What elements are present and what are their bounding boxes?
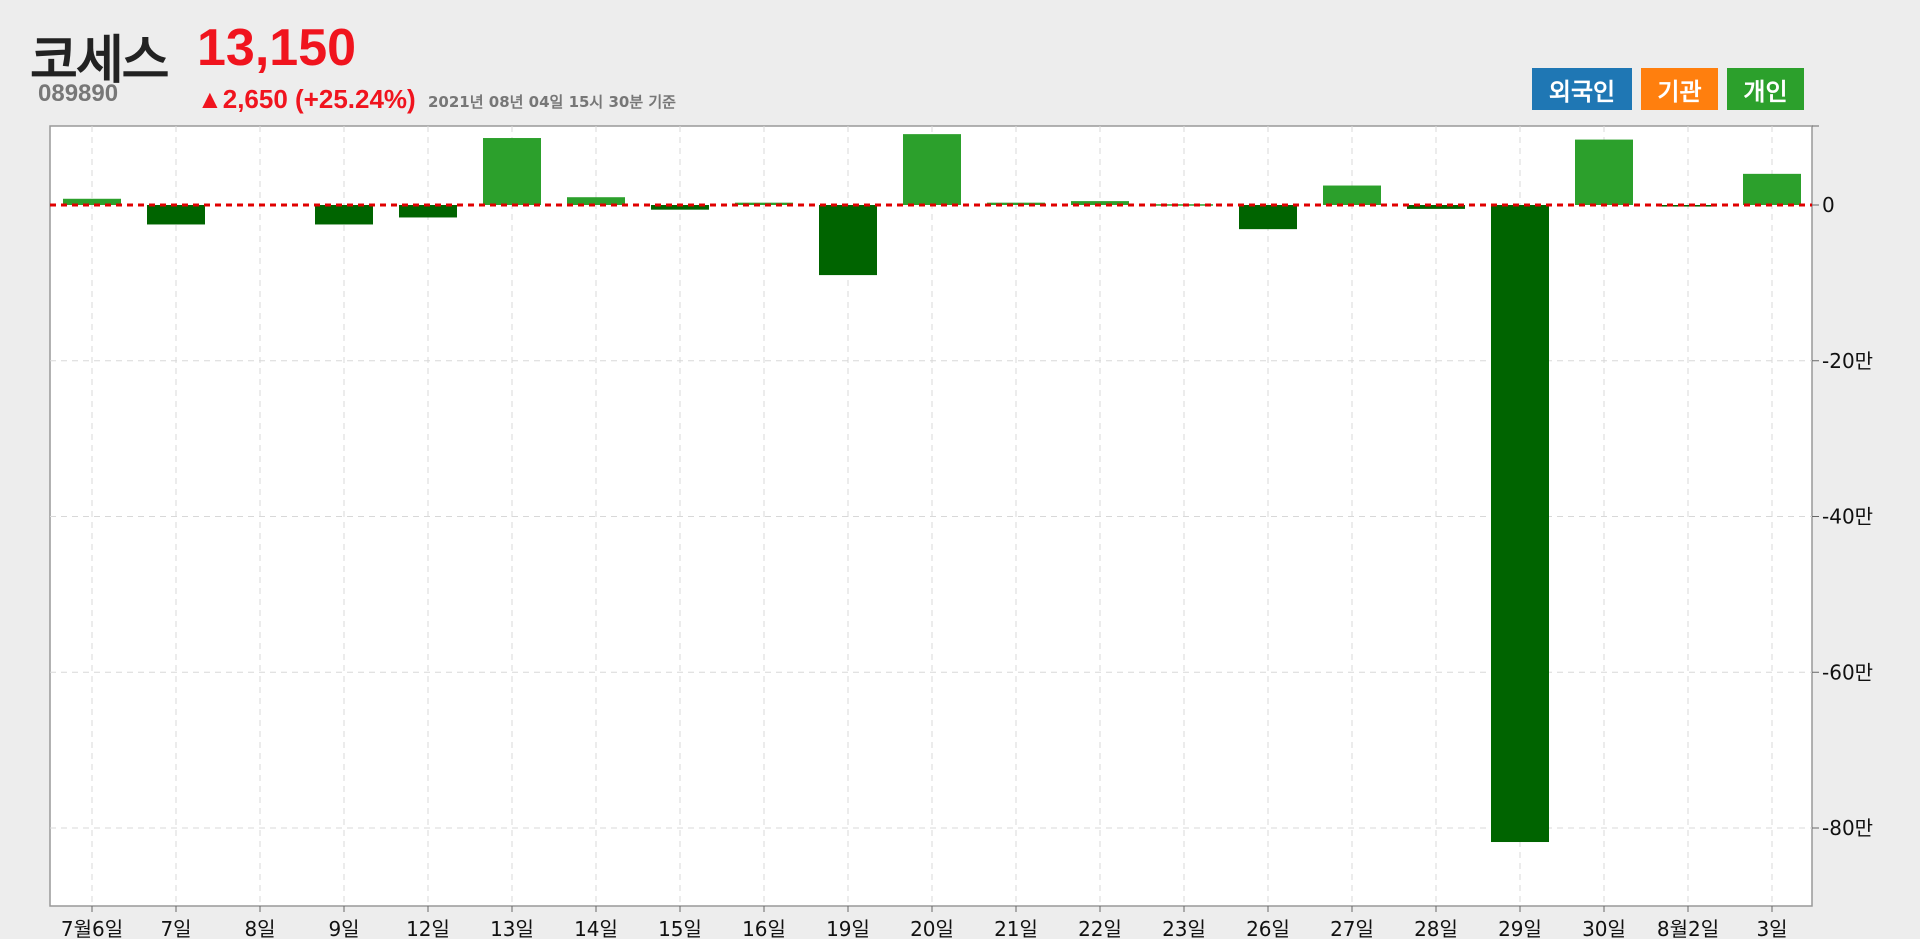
bar-29일	[1491, 205, 1549, 843]
bar-21일	[987, 202, 1045, 205]
stock-code: 089890	[38, 80, 119, 107]
x-tick-label: 19일	[826, 917, 870, 939]
x-tick-label: 23일	[1162, 917, 1206, 939]
price-change: ▲2,650 (+25.24%)	[197, 84, 416, 114]
x-tick-label: 7일	[160, 917, 191, 939]
bar-7월6일	[63, 198, 121, 205]
x-tick-label: 15일	[658, 917, 702, 939]
legend-institution-button[interactable]: 기관	[1641, 68, 1718, 110]
bar-19일	[819, 205, 877, 276]
y-axis: 0 -20만 -40만 -60만 -80만	[1812, 125, 1873, 840]
y-tick-label: -80만	[1822, 816, 1873, 840]
as-of-timestamp: 2021년 08년 04일 15시 30분 기준	[428, 93, 676, 111]
x-tick-label: 12일	[406, 917, 450, 939]
x-tick-label: 26일	[1246, 917, 1290, 939]
bar-7일	[147, 205, 205, 225]
bar-12일	[399, 205, 457, 218]
y-tick-label: -60만	[1822, 660, 1873, 684]
y-tick-label: 0	[1822, 193, 1835, 217]
stock-price: 13,150	[197, 19, 357, 77]
x-tick-label: 14일	[574, 917, 618, 939]
bar-3일	[1743, 173, 1801, 205]
y-tick-label: -20만	[1822, 349, 1873, 373]
x-tick-label: 8월2일	[1657, 917, 1719, 939]
x-tick-label: 16일	[742, 917, 786, 939]
bar-chart: 0 -20만 -40만 -60만 -80만 7월6일 7일 8일 9일 12일 13일 14일 15일…	[49, 125, 1873, 939]
x-tick-label: 9일	[328, 917, 359, 939]
bar-20일	[903, 134, 961, 205]
x-tick-label: 13일	[490, 917, 534, 939]
x-tick-label: 29일	[1498, 917, 1542, 939]
x-tick-label: 21일	[994, 917, 1038, 939]
x-tick-label: 3일	[1756, 917, 1787, 939]
legend-individual-button[interactable]: 개인	[1727, 68, 1804, 110]
x-tick-label: 27일	[1330, 917, 1374, 939]
x-axis: 7월6일 7일 8일 9일 12일 13일 14일 15일 16일 19일 20일 21일 22일 23일…	[61, 906, 1788, 939]
bar-27일	[1323, 185, 1381, 205]
x-tick-label: 8일	[244, 917, 275, 939]
x-tick-label: 20일	[910, 917, 954, 939]
x-tick-label: 30일	[1582, 917, 1626, 939]
bar-13일	[483, 138, 541, 205]
x-tick-label: 22일	[1078, 917, 1122, 939]
x-tick-label: 7월6일	[61, 917, 123, 939]
bar-9일	[315, 205, 373, 225]
legend-foreign-button[interactable]: 외국인	[1532, 68, 1632, 110]
y-tick-label: -40만	[1822, 505, 1873, 529]
x-tick-label: 28일	[1414, 917, 1458, 939]
bar-26일	[1239, 205, 1297, 230]
bar-30일	[1575, 139, 1633, 205]
